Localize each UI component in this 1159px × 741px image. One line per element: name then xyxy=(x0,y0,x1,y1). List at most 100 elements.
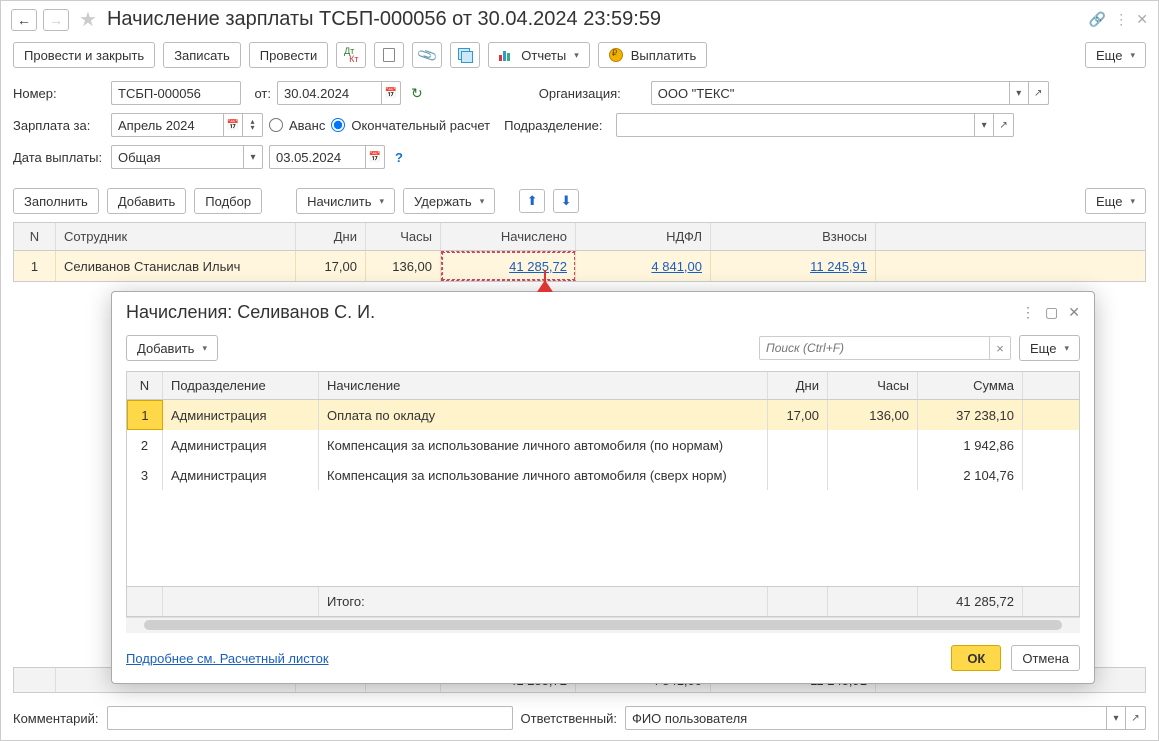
p-col-chy-header[interactable]: Часы xyxy=(828,372,918,399)
org-input[interactable]: ООО "ТЕКС" xyxy=(651,81,1009,105)
accrual-row[interactable]: 2 Администрация Компенсация за использов… xyxy=(127,430,1079,460)
popup-footer-sum: 41 285,72 xyxy=(918,587,1023,616)
final-label: Окончательный расчет xyxy=(351,118,490,133)
cell-vzn[interactable]: 11 245,91 xyxy=(711,251,876,281)
accrual-row[interactable]: 1 Администрация Оплата по окладу 17,00 1… xyxy=(127,400,1079,430)
print-button[interactable] xyxy=(374,42,404,68)
popup-maximize-icon[interactable]: ▢ xyxy=(1045,304,1058,321)
p-col-sum-header[interactable]: Сумма xyxy=(918,372,1023,399)
add-button[interactable]: Добавить xyxy=(107,188,186,214)
p-col-dni-header[interactable]: Дни xyxy=(768,372,828,399)
link-icon[interactable]: 🔗 xyxy=(1089,11,1106,28)
cell-n: 1 xyxy=(14,251,56,281)
pick-button[interactable]: Подбор xyxy=(194,188,262,214)
comment-input[interactable] xyxy=(107,706,513,730)
move-up-button[interactable]: ⬆ xyxy=(519,189,545,213)
paydate-type-dropdown[interactable]: ▾ xyxy=(243,145,263,169)
dept-input[interactable] xyxy=(616,113,974,137)
popup-search-input[interactable] xyxy=(759,336,989,360)
move-down-button[interactable]: ⬇ xyxy=(553,189,579,213)
stack-icon xyxy=(458,48,472,62)
help-icon[interactable]: ? xyxy=(395,150,403,165)
p-col-nach-header[interactable]: Начисление xyxy=(319,372,768,399)
popup-more-button[interactable]: Еще xyxy=(1019,335,1080,361)
more-button[interactable]: Еще xyxy=(1085,42,1146,68)
popup-title: Начисления: Селиванов С. И. xyxy=(126,302,1021,323)
number-input[interactable]: ТСБП-000056 xyxy=(111,81,241,105)
fill-button[interactable]: Заполнить xyxy=(13,188,99,214)
col-emp-header[interactable]: Сотрудник xyxy=(56,223,296,250)
accrual-row[interactable]: 3 Администрация Компенсация за использов… xyxy=(127,460,1079,490)
paydate-type-input[interactable]: Общая xyxy=(111,145,243,169)
popup-kebab-icon[interactable]: ⋮ xyxy=(1021,304,1035,321)
responsible-input[interactable]: ФИО пользователя xyxy=(625,706,1106,730)
salary-for-label: Зарплата за: xyxy=(13,118,105,133)
date-picker-button[interactable]: 📅 xyxy=(381,81,401,105)
refresh-date-icon[interactable]: ↻ xyxy=(411,85,423,102)
org-open-button[interactable]: ↗ xyxy=(1029,81,1049,105)
arrow-up-icon: ⬆ xyxy=(527,193,538,209)
p-col-dep-header[interactable]: Подразделение xyxy=(163,372,319,399)
dept-open-button[interactable]: ↗ xyxy=(994,113,1014,137)
document-icon xyxy=(383,48,395,62)
more-actions-button[interactable]: Еще xyxy=(1085,188,1146,214)
final-radio[interactable] xyxy=(331,118,345,132)
post-button[interactable]: Провести xyxy=(249,42,329,68)
popup-ok-button[interactable]: ОК xyxy=(951,645,1001,671)
paydate-picker-button[interactable]: 📅 xyxy=(365,145,385,169)
attach-button[interactable]: 📎 xyxy=(412,42,442,68)
payslip-link[interactable]: Подробнее см. Расчетный листок xyxy=(126,651,329,666)
col-dni-header[interactable]: Дни xyxy=(296,223,366,250)
avans-radio[interactable] xyxy=(269,118,283,132)
ot-label: от: xyxy=(251,86,271,101)
reports-button[interactable]: Отчеты xyxy=(488,42,589,68)
salary-for-picker-button[interactable]: 📅 xyxy=(223,113,243,137)
write-button[interactable]: Записать xyxy=(163,42,241,68)
popup-search-clear-button[interactable]: × xyxy=(989,336,1011,360)
p-col-n-header[interactable]: N xyxy=(127,372,163,399)
dept-label: Подразделение: xyxy=(504,118,610,133)
kebab-menu-icon[interactable]: ⋮ xyxy=(1114,11,1128,28)
popup-hscroll[interactable] xyxy=(126,617,1080,633)
table-row[interactable]: 1 Селиванов Станислав Ильич 17,00 136,00… xyxy=(14,251,1145,281)
cell-chy: 136,00 xyxy=(366,251,441,281)
paydate-label: Дата выплаты: xyxy=(13,150,105,165)
number-label: Номер: xyxy=(13,86,105,101)
dept-dropdown-button[interactable]: ▾ xyxy=(974,113,994,137)
date-input[interactable]: 30.04.2024 xyxy=(277,81,381,105)
deduct-button[interactable]: Удержать xyxy=(403,188,495,214)
comment-label: Комментарий: xyxy=(13,711,99,726)
popup-close-icon[interactable]: ✕ xyxy=(1068,304,1080,321)
close-window-icon[interactable]: ✕ xyxy=(1136,11,1148,28)
related-button[interactable] xyxy=(450,42,480,68)
responsible-open-button[interactable]: ↗ xyxy=(1126,706,1146,730)
accruals-popup: Начисления: Селиванов С. И. ⋮ ▢ ✕ Добави… xyxy=(111,291,1095,684)
col-vzn-header[interactable]: Взносы xyxy=(711,223,876,250)
favorite-star-icon[interactable]: ★ xyxy=(79,7,97,32)
avans-label: Аванс xyxy=(289,118,325,133)
cell-nach[interactable]: 41 285,72 xyxy=(441,251,576,281)
cell-ndfl[interactable]: 4 841,00 xyxy=(576,251,711,281)
salary-for-input[interactable]: Апрель 2024 xyxy=(111,113,223,137)
nav-forward-button[interactable]: → xyxy=(43,9,69,31)
col-nach-header[interactable]: Начислено xyxy=(441,223,576,250)
popup-add-button[interactable]: Добавить xyxy=(126,335,218,361)
col-ndfl-header[interactable]: НДФЛ xyxy=(576,223,711,250)
pay-button[interactable]: Выплатить xyxy=(598,42,708,68)
accrue-button[interactable]: Начислить xyxy=(296,188,395,214)
arrow-down-icon: ⬇ xyxy=(561,193,572,209)
chart-icon xyxy=(499,49,513,61)
coin-icon xyxy=(609,48,623,62)
responsible-label: Ответственный: xyxy=(521,711,617,726)
nav-back-button[interactable]: ← xyxy=(11,9,37,31)
dt-kt-button[interactable]: Дт Кт xyxy=(336,42,366,68)
post-and-close-button[interactable]: Провести и закрыть xyxy=(13,42,155,68)
org-label: Организация: xyxy=(539,86,645,101)
responsible-dropdown-button[interactable]: ▾ xyxy=(1106,706,1126,730)
popup-cancel-button[interactable]: Отмена xyxy=(1011,645,1080,671)
salary-for-spinner[interactable]: ▴▾ xyxy=(243,113,263,137)
col-chy-header[interactable]: Часы xyxy=(366,223,441,250)
paydate-input[interactable]: 03.05.2024 xyxy=(269,145,365,169)
org-dropdown-button[interactable]: ▾ xyxy=(1009,81,1029,105)
col-n-header[interactable]: N xyxy=(14,223,56,250)
